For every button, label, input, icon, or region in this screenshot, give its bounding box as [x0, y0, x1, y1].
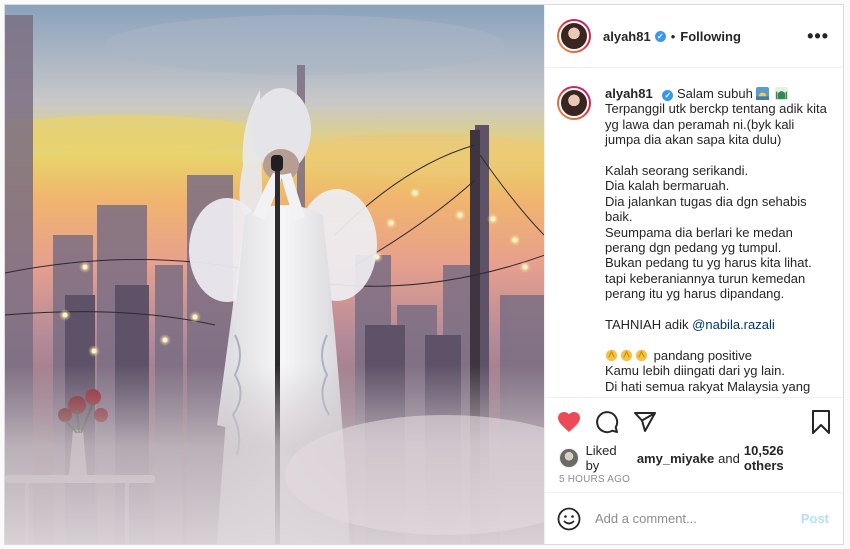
bookmark-icon[interactable] [809, 410, 833, 434]
likes-conj: and [718, 450, 740, 466]
caption-line-cut: Di hati semua rakyat Malaysia yang menon… [605, 378, 811, 397]
clap-emoji-icon [620, 349, 633, 361]
author-username[interactable]: alyah81 [603, 29, 651, 44]
post-image [5, 5, 544, 544]
post-side-panel: alyah81 ✓ • Following ••• alyah81 ✓ Sala… [544, 5, 843, 544]
sunrise-emoji-icon [756, 87, 770, 100]
heart-filled-icon[interactable] [557, 410, 581, 434]
caption-author-avatar[interactable] [557, 86, 591, 120]
likes-others[interactable]: 10,526 others [744, 443, 825, 473]
likes-row: Liked by amy_miyake and 10,526 others [545, 443, 843, 473]
mention-link[interactable]: @nabila.razali [692, 317, 775, 332]
caption-positive: pandang positive [605, 348, 829, 363]
post-photo[interactable] [5, 5, 544, 544]
comment-icon[interactable] [595, 410, 619, 434]
smiley-icon[interactable] [557, 507, 581, 531]
caption-congrats: TAHNIAH adik @nabila.razali [605, 317, 829, 332]
caption-username[interactable]: alyah81 [605, 86, 653, 101]
caption-text: alyah81 ✓ Salam subuh Terpanggil utk ber… [605, 86, 829, 397]
following-button[interactable]: Following [680, 29, 741, 44]
share-icon[interactable] [633, 410, 657, 434]
action-bar [545, 397, 843, 446]
congrats-text: TAHNIAH adik [605, 317, 693, 333]
caption-line: Terpanggil utk berckp tentang adik kita … [605, 101, 831, 148]
caption-greeting: Salam subuh [676, 86, 753, 101]
caption-line: Bukan pedang tu yg harus kita lihat. tap… [605, 255, 816, 302]
post-comment-button[interactable]: Post [801, 511, 829, 526]
page-frame: alyah81 ✓ • Following ••• alyah81 ✓ Sala… [0, 0, 850, 549]
likes-prefix: Liked by [585, 443, 617, 473]
clap-emoji-icon [635, 349, 648, 361]
liker-username[interactable]: amy_miyake [637, 451, 714, 466]
author-avatar[interactable] [557, 19, 591, 53]
verified-badge-icon: ✓ [654, 30, 666, 42]
caption-gap [605, 332, 829, 347]
post-timestamp[interactable]: 5 HOURS AGO [545, 470, 843, 492]
caption-line: Kamu lebih diingati dari yg lain. [605, 363, 785, 379]
clap-emoji-icon [605, 349, 618, 361]
liker-avatar[interactable] [559, 448, 579, 468]
caption-area: alyah81 ✓ Salam subuh Terpanggil utk ber… [545, 68, 843, 397]
caption-line: Dia kalah bermaruah. [605, 178, 730, 194]
comment-input[interactable] [595, 511, 801, 526]
caption-line: Seumpama dia berlari ke medan perang dgn… [605, 224, 797, 256]
caption-line: Kalah seorang serikandi. [605, 163, 749, 179]
post-header: alyah81 ✓ • Following ••• [545, 5, 843, 68]
header-separator: • [670, 28, 676, 44]
caption-gap [605, 148, 829, 163]
mosque-emoji-icon [775, 87, 789, 100]
caption-gap [605, 302, 829, 317]
positive-text: pandang positive [653, 347, 752, 363]
more-options-icon[interactable]: ••• [807, 26, 829, 47]
comment-box: Post [545, 492, 843, 544]
verified-badge-icon: ✓ [662, 90, 674, 101]
instagram-post: alyah81 ✓ • Following ••• alyah81 ✓ Sala… [4, 4, 844, 545]
caption-line: Dia jalankan tugas dia dgn sehabis baik. [605, 193, 811, 225]
